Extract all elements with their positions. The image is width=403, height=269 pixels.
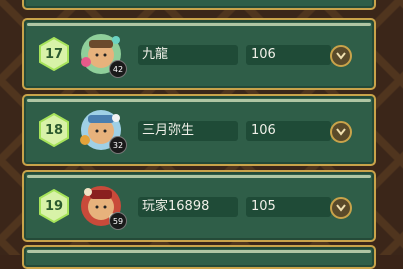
leaderboard-row-partial-bottom (22, 245, 376, 269)
expand-button[interactable] (330, 197, 352, 219)
rank-number: 19 (44, 198, 64, 214)
leaderboard-row[interactable]: 18 32 三月弥生 106 (22, 94, 376, 166)
player-name: 玩家16898 (138, 197, 238, 217)
expand-button[interactable] (330, 45, 352, 67)
rank-badge: 17 (38, 37, 70, 71)
leaderboard-row[interactable]: 17 42 九龍 106 (22, 18, 376, 90)
rank-number: 18 (44, 122, 64, 138)
leaderboard-row[interactable]: 19 59 玩家16898 105 (22, 170, 376, 242)
rank-number: 17 (44, 46, 64, 62)
player-name: 九龍 (138, 45, 238, 65)
player-score: 105 (246, 197, 331, 217)
chevron-down-icon (336, 204, 346, 212)
rank-badge: 19 (38, 189, 70, 223)
leaderboard-row-partial-top (22, 0, 376, 10)
rank-badge: 18 (38, 113, 70, 147)
player-level-badge: 32 (109, 136, 127, 154)
chevron-down-icon (336, 52, 346, 60)
player-score: 106 (246, 121, 331, 141)
player-level-badge: 42 (109, 60, 127, 78)
player-name: 三月弥生 (138, 121, 238, 141)
player-score: 106 (246, 45, 331, 65)
player-level-badge: 59 (109, 212, 127, 230)
chevron-down-icon (336, 128, 346, 136)
expand-button[interactable] (330, 121, 352, 143)
